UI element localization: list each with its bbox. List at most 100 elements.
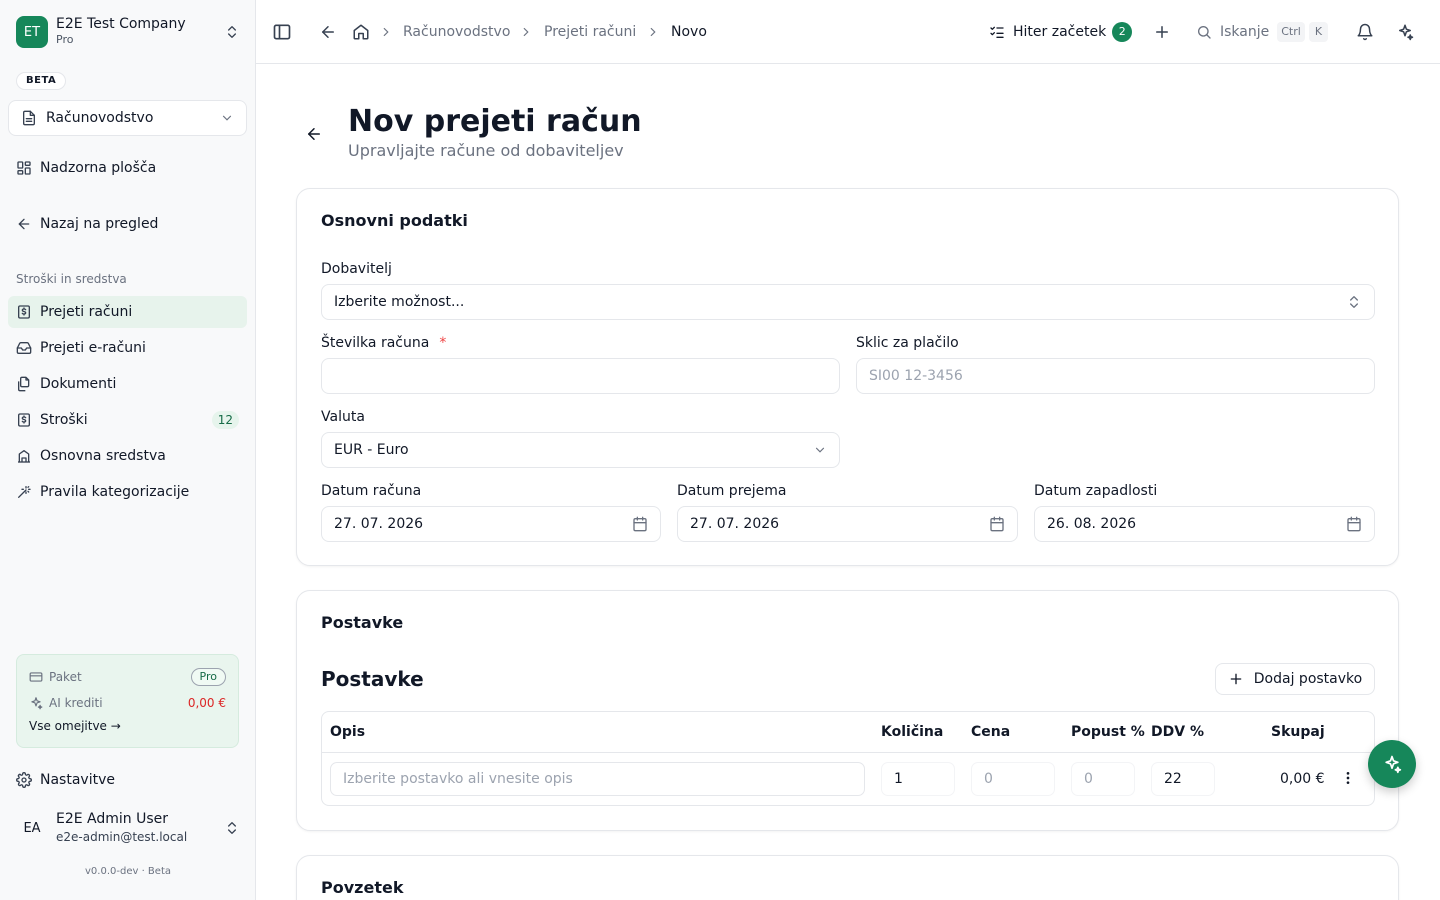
sidebar-item-label: Nadzorna plošča: [40, 160, 157, 176]
item-vat-input[interactable]: 22: [1151, 762, 1215, 796]
chevron-right-icon: [650, 27, 656, 37]
all-limits-link[interactable]: Vse omejitve →: [29, 719, 226, 733]
shortcut-k: K: [1308, 22, 1329, 42]
calendar-icon[interactable]: [989, 516, 1005, 532]
sidebar-item-fixed-assets[interactable]: Osnovna sredstva: [8, 440, 247, 472]
invoice-date-value: 27. 07. 2026: [334, 516, 424, 532]
receipt-icon: [18, 305, 30, 319]
items-card-title: Postavke: [321, 613, 404, 632]
sidebar-toggle-icon[interactable]: [272, 22, 292, 42]
basic-info-card: Osnovni podatki Dobavitelj Izberite možn…: [296, 188, 1399, 566]
sparkles-icon: [1385, 755, 1402, 774]
payment-reference-label: Sklic za plačilo: [856, 335, 959, 351]
chevrons-up-down-icon: [1350, 296, 1358, 308]
currency-label: Valuta: [321, 409, 365, 425]
sidebar-item-categorization-rules[interactable]: Pravila kategorizacije: [8, 476, 247, 508]
company-name: E2E Test Company: [56, 16, 186, 32]
ai-assistant-button[interactable]: [1368, 740, 1416, 788]
sidebar-item-back[interactable]: Nazaj na pregled: [8, 208, 247, 240]
sidebar-section-title: Stroški in sredstva: [16, 272, 127, 286]
quick-start-count: 2: [1112, 22, 1133, 42]
breadcrumb-accounting[interactable]: Računovodstvo: [403, 22, 510, 42]
column-header-quantity: Količina: [881, 724, 944, 740]
table-header-divider: [322, 752, 1374, 753]
layout-grid-icon: [17, 161, 31, 175]
item-total: 0,00 €: [1280, 771, 1325, 787]
due-date-value: 26. 08. 2026: [1047, 516, 1137, 532]
payment-reference-placeholder: SI00 12-3456: [869, 368, 963, 384]
top-header: Računovodstvo Prejeti računi Novo Hiter …: [256, 0, 1440, 64]
sidebar-item-received-einvoices[interactable]: Prejeti e-računi: [8, 332, 247, 364]
page-subtitle: Upravljajte račune od dobaviteljev: [348, 141, 624, 160]
file-text-icon: [23, 110, 35, 126]
sidebar-item-expenses[interactable]: Stroški 12: [8, 404, 247, 436]
more-vertical-icon[interactable]: [1340, 770, 1356, 786]
invoice-date-input[interactable]: 27. 07. 2026: [321, 506, 661, 542]
add-item-button[interactable]: Dodaj postavko: [1215, 663, 1375, 695]
module-select[interactable]: Računovodstvo: [8, 100, 247, 136]
beta-badge: BETA: [16, 72, 67, 90]
sidebar-item-label: Nastavitve: [40, 772, 115, 788]
sparkles-icon: [31, 697, 43, 710]
calendar-icon[interactable]: [632, 516, 648, 532]
due-date-input[interactable]: 26. 08. 2026: [1034, 506, 1375, 542]
currency-select[interactable]: EUR - Euro: [321, 432, 840, 468]
plus-icon[interactable]: [1153, 23, 1171, 41]
basic-info-title: Osnovni podatki: [321, 211, 468, 230]
page-title: Nov prejeti račun: [348, 104, 642, 139]
search-button[interactable]: Iskanje Ctrl K: [1196, 20, 1329, 44]
items-table: Opis Količina Cena Popust % DDV % Skupaj…: [321, 711, 1375, 806]
breadcrumb-current: Novo: [671, 24, 707, 40]
items-heading: Postavke: [321, 667, 424, 691]
payment-reference-input[interactable]: SI00 12-3456: [856, 358, 1375, 394]
back-arrow-icon[interactable]: [319, 23, 337, 41]
sidebar-item-label: Pravila kategorizacije: [40, 484, 190, 500]
sparkles-icon[interactable]: [1396, 23, 1414, 41]
calendar-icon[interactable]: [1346, 516, 1362, 532]
item-description-placeholder: Izberite postavko ali vnesite opis: [343, 771, 573, 787]
item-price-input[interactable]: 0: [971, 762, 1055, 796]
column-header-discount: Popust %: [1071, 724, 1145, 740]
item-price-placeholder: 0: [984, 771, 993, 787]
sidebar-item-dashboard[interactable]: Nadzorna plošča: [8, 152, 247, 184]
chevron-down-icon: [815, 447, 825, 453]
sidebar-item-settings[interactable]: Nastavitve: [8, 764, 247, 796]
sidebar-item-received-invoices[interactable]: Prejeti računi: [8, 296, 247, 328]
sidebar-item-documents[interactable]: Dokumenti: [8, 368, 247, 400]
supplier-select[interactable]: Izberite možnost...: [321, 284, 1375, 320]
bell-icon[interactable]: [1356, 23, 1374, 41]
company-switcher[interactable]: ET E2E Test Company Pro: [16, 16, 240, 48]
items-card: Postavke Postavke Dodaj postavko Opis Ko…: [296, 590, 1399, 831]
item-quantity-value: 1: [894, 771, 903, 787]
chevrons-up-down-icon: [228, 26, 236, 38]
invoice-number-input[interactable]: [321, 358, 840, 394]
user-name: E2E Admin User: [56, 811, 169, 827]
sidebar-item-label: Prejeti računi: [40, 304, 133, 320]
chevron-down-icon: [222, 115, 232, 121]
summary-card: Povzetek: [296, 855, 1399, 900]
column-header-description: Opis: [330, 724, 366, 740]
item-description-input[interactable]: Izberite postavko ali vnesite opis: [330, 762, 865, 796]
arrow-left-icon: [18, 218, 30, 230]
app-version: v0.0.0-dev · Beta: [85, 866, 171, 877]
company-plan: Pro: [56, 33, 74, 46]
chevrons-up-down-icon: [228, 822, 236, 834]
files-icon: [18, 376, 30, 392]
received-date-input[interactable]: 27. 07. 2026: [677, 506, 1018, 542]
invoice-date-label: Datum računa: [321, 483, 422, 499]
item-vat-value: 22: [1164, 771, 1182, 787]
sidebar-item-label: Nazaj na pregled: [40, 216, 159, 232]
plus-icon: [1230, 673, 1242, 685]
breadcrumb-received-invoices[interactable]: Prejeti računi: [544, 22, 636, 42]
avatar: EA: [23, 820, 41, 836]
page-back-icon[interactable]: [305, 125, 323, 143]
sidebar-item-label: Dokumenti: [40, 376, 117, 392]
search-icon: [1198, 26, 1211, 39]
item-quantity-input[interactable]: 1: [881, 762, 955, 796]
item-discount-input[interactable]: 0: [1071, 762, 1135, 796]
due-date-label: Datum zapadlosti: [1034, 483, 1158, 499]
user-menu[interactable]: EA E2E Admin User e2e-admin@test.local: [16, 808, 240, 848]
quick-start-button[interactable]: Hiter začetek 2: [989, 20, 1133, 44]
home-icon[interactable]: [352, 23, 370, 41]
shortcut-ctrl: Ctrl: [1277, 22, 1305, 42]
